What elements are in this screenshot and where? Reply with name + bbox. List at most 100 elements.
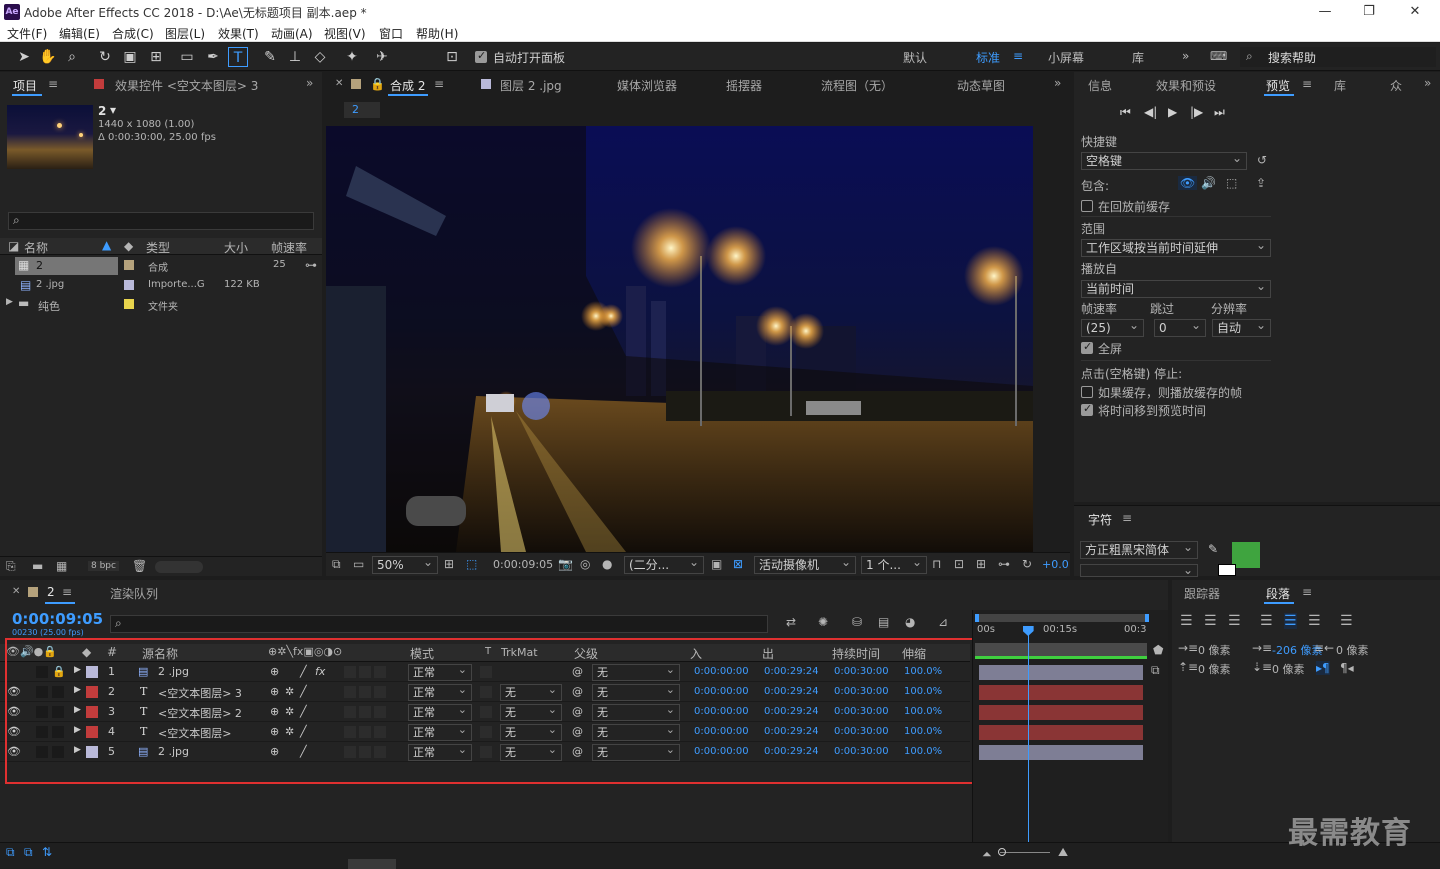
tab-wiggler[interactable]: 摇摆器 [726, 77, 762, 94]
zoom-dropdown[interactable]: 50% [372, 554, 438, 574]
panel-overflow-icon[interactable]: » [306, 76, 313, 90]
interpret-footage-icon[interactable]: ⎘ [6, 559, 16, 574]
monitor-icon[interactable]: ▭ [353, 557, 364, 571]
mask-visibility-icon[interactable]: ⬚ [466, 557, 477, 571]
time-navigator[interactable] [975, 614, 1149, 622]
comp-button-icon[interactable]: ⧉ [1151, 663, 1160, 678]
space-before-value[interactable]: 0 像素 [1198, 661, 1231, 677]
workspace-small-screen[interactable]: 小屏幕 [1048, 49, 1084, 66]
align-center-icon[interactable]: ☰ [1204, 613, 1217, 629]
fullscreen-checkbox[interactable] [1081, 340, 1093, 354]
resolution-dropdown[interactable]: 自动 [1212, 317, 1271, 337]
justify-left-icon[interactable]: ☰ [1260, 613, 1273, 629]
tab-composition[interactable]: 合成 2 [390, 77, 425, 94]
composition-viewer[interactable] [326, 126, 1033, 552]
workspace-menu-icon[interactable]: ≡ [1013, 49, 1023, 63]
move-time-checkbox[interactable] [1081, 402, 1093, 416]
flowchart-icon[interactable]: ⊶ [998, 557, 1010, 571]
eraser-tool-icon[interactable]: ◇ [310, 47, 330, 67]
clone-stamp-tool-icon[interactable]: ⊥ [285, 47, 305, 67]
justify-center-icon[interactable]: ☰ [1284, 613, 1297, 629]
views-dropdown[interactable]: 1 个... [861, 554, 927, 574]
rotate-tool-icon[interactable]: ↻ [95, 47, 115, 67]
layer-duration-bar[interactable] [979, 665, 1143, 680]
reset-icon[interactable]: ↺ [1257, 153, 1267, 167]
zoom-out-icon[interactable]: ⏶ [982, 847, 992, 862]
timeline-icon[interactable]: ⊞ [976, 557, 986, 571]
menu-help[interactable]: 帮助(H) [416, 25, 458, 42]
fps-dropdown[interactable]: (25) [1081, 317, 1144, 337]
sort-asc-icon[interactable]: ▲ [102, 238, 111, 252]
previous-frame-icon[interactable]: ◀| [1144, 105, 1157, 119]
justify-all-icon[interactable]: ☰ [1340, 613, 1353, 629]
playhead[interactable] [1022, 626, 1034, 842]
project-item-row[interactable]: ▦ 2 合成 25 ⊶ [0, 257, 322, 275]
menu-window[interactable]: 窗口 [379, 25, 403, 42]
layer-duration-bar[interactable] [979, 705, 1143, 720]
new-folder-icon[interactable]: ▬ [32, 559, 43, 573]
first-frame-icon[interactable]: ⏮ [1120, 105, 1131, 120]
paragraph-menu-icon[interactable]: ≡ [1302, 585, 1312, 599]
menu-file[interactable]: 文件(F) [7, 25, 47, 42]
minimize-button[interactable]: — [1310, 2, 1340, 22]
tab-media-browser[interactable]: 媒体浏览器 [617, 77, 677, 94]
tab-overflow[interactable]: 众 [1390, 77, 1402, 94]
indent-right-value[interactable]: 0 像素 [1336, 642, 1369, 658]
bit-depth-button[interactable]: 8 bpc [88, 561, 119, 571]
in-out-icon[interactable]: ⇅ [42, 845, 52, 859]
zoom-slider[interactable] [1000, 852, 1050, 853]
reset-exposure-icon[interactable]: ↻ [1022, 557, 1032, 571]
comp-menu-icon[interactable]: ≡ [434, 77, 444, 91]
camera-tool-icon[interactable]: ▣ [120, 47, 140, 67]
puppet-tool-icon[interactable]: ✈ [372, 47, 392, 67]
tab-project[interactable]: 项目 [13, 77, 37, 94]
fill-color-swatch[interactable] [1232, 542, 1260, 568]
workspace-library[interactable]: 库 [1132, 49, 1144, 66]
draft-3d-icon[interactable]: ✺ [818, 615, 828, 629]
cache-before-checkbox[interactable] [1081, 200, 1093, 212]
rtl-direction-icon[interactable]: ¶◂ [1340, 661, 1354, 675]
expand-arrow-icon[interactable]: ▶ [6, 297, 13, 307]
align-right-icon[interactable]: ☰ [1228, 613, 1241, 629]
panel-overflow-icon[interactable]: » [1424, 76, 1431, 90]
text-tool-icon[interactable]: T [228, 47, 248, 67]
menu-layer[interactable]: 图层(L) [165, 25, 205, 42]
tab-paragraph[interactable]: 段落 [1266, 585, 1290, 602]
export-icon[interactable]: ⇪ [1256, 176, 1266, 190]
cache-if-checkbox[interactable] [1081, 386, 1093, 398]
play-icon[interactable]: ▶ [1168, 105, 1177, 119]
auto-open-checkbox[interactable] [475, 49, 487, 63]
include-overlay-icon[interactable]: ⬚ [1226, 176, 1237, 190]
comp-breadcrumb[interactable]: 2 [344, 102, 380, 118]
tab-render-queue[interactable]: 渲染队列 [110, 585, 158, 602]
tab-effects-presets[interactable]: 效果和预设 [1156, 77, 1216, 94]
project-item-row[interactable]: ▤ 2 .jpg Importe...G 122 KB [0, 277, 322, 295]
project-menu-icon[interactable]: ≡ [48, 77, 58, 91]
col-name[interactable]: 名称 [24, 239, 48, 256]
toggle-pixel-icon[interactable]: ⊓ [932, 557, 941, 571]
close-tab-icon[interactable]: ✕ [335, 78, 343, 89]
ltr-direction-icon[interactable]: ▸¶ [1316, 661, 1330, 675]
timeline-search-input[interactable]: ⌕ [110, 615, 768, 633]
include-video-icon[interactable]: 👁 [1178, 176, 1198, 190]
selection-tool-icon[interactable]: ➤ [14, 47, 34, 67]
shortcut-dropdown[interactable]: 空格键 [1081, 150, 1247, 170]
menu-effect[interactable]: 效果(T) [218, 25, 259, 42]
comp-dropdown-icon[interactable]: ▾ [110, 103, 116, 117]
current-time[interactable]: 0:00:09:05 [12, 610, 103, 628]
fast-preview-icon[interactable]: ⊡ [954, 557, 964, 571]
hand-tool-icon[interactable]: ✋ [38, 47, 58, 67]
comp-marker-icon[interactable]: ⬟ [1153, 643, 1163, 657]
region-of-interest-icon[interactable]: ▣ [711, 557, 722, 571]
panel-overflow-icon[interactable]: » [1054, 76, 1061, 90]
character-menu-icon[interactable]: ≡ [1122, 511, 1132, 525]
frame-blending-icon[interactable]: ▤ [878, 615, 889, 629]
snapshot-icon[interactable]: 📷 [558, 557, 573, 571]
tab-library[interactable]: 库 [1334, 77, 1346, 94]
tab-character[interactable]: 字符 [1088, 511, 1112, 528]
layer-duration-bar[interactable] [979, 725, 1143, 740]
shy-layers-icon[interactable]: ⛁ [852, 615, 862, 629]
indent-left-value[interactable]: 0 像素 [1198, 642, 1231, 658]
workspace-sync-icon[interactable]: ⌨ [1210, 49, 1227, 63]
close-button[interactable]: ✕ [1400, 2, 1430, 22]
